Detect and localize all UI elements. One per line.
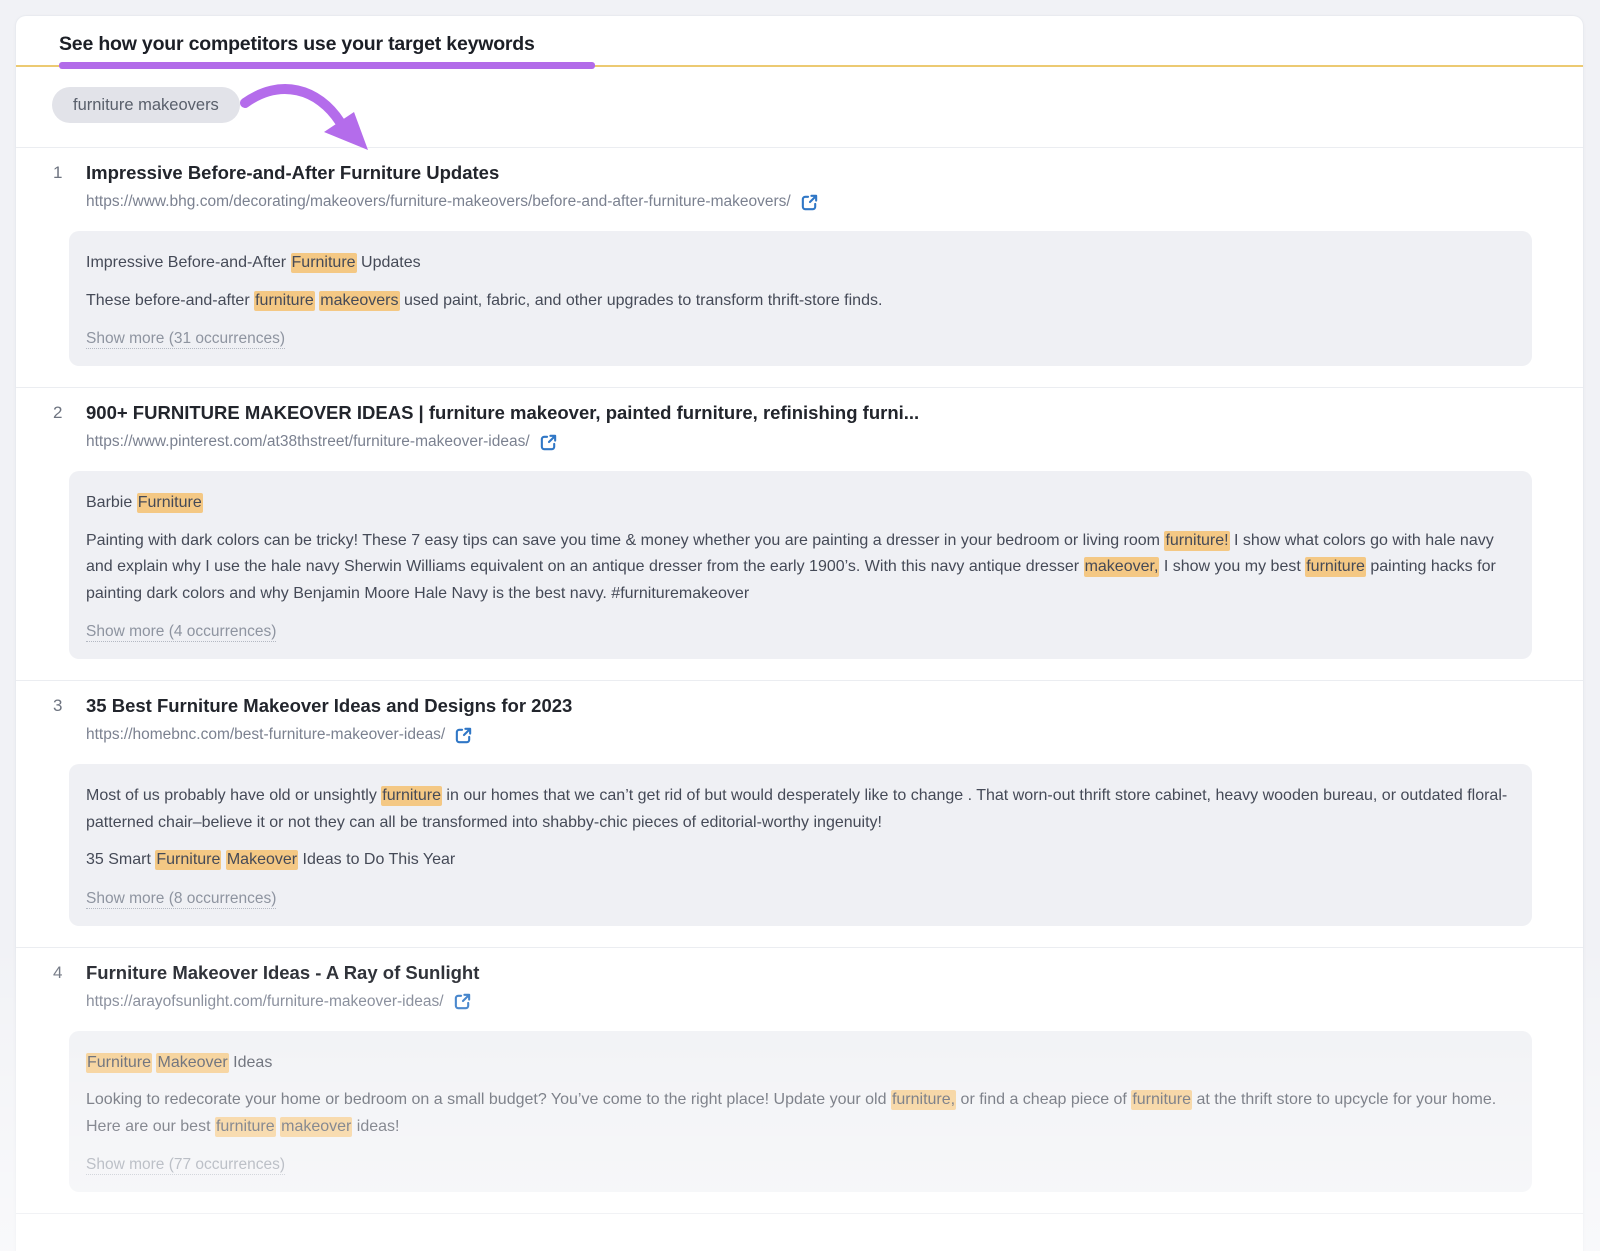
snippet-text: Looking to redecorate your home or bedro… <box>86 1087 1515 1140</box>
result-item: 4 Furniture Makeover Ideas - A Ray of Su… <box>16 947 1583 1214</box>
snippet-text: Barbie Furniture <box>86 490 1515 517</box>
snippet-text: Furniture Makeover Ideas <box>86 1050 1515 1077</box>
snippet-text: These before-and-after furniture makeove… <box>86 288 1515 315</box>
result-item: 3 35 Best Furniture Makeover Ideas and D… <box>16 680 1583 947</box>
keyword-highlight: furniture, <box>891 1090 956 1110</box>
external-link-icon[interactable] <box>454 726 473 745</box>
header-rule <box>16 62 1583 70</box>
result-rank: 3 <box>53 694 73 745</box>
keyword-highlight: Furniture <box>155 850 221 870</box>
result-title: Impressive Before-and-After Furniture Up… <box>86 161 819 185</box>
keyword-highlight: furniture <box>1131 1090 1192 1110</box>
show-more-link[interactable]: Show more (8 occurrences) <box>86 889 276 909</box>
result-url[interactable]: https://www.pinterest.com/at38thstreet/f… <box>86 432 530 452</box>
snippet-text: Most of us probably have old or unsightl… <box>86 783 1515 836</box>
competitors-keywords-card: See how your competitors use your target… <box>16 16 1583 1251</box>
show-more-link[interactable]: Show more (4 occurrences) <box>86 622 276 642</box>
result-url[interactable]: https://homebnc.com/best-furniture-makeo… <box>86 725 445 745</box>
result-item: 2 900+ FURNITURE MAKEOVER IDEAS | furnit… <box>16 387 1583 680</box>
result-title: Furniture Makeover Ideas - A Ray of Sunl… <box>86 961 479 985</box>
external-link-icon[interactable] <box>539 433 558 452</box>
result-title: 35 Best Furniture Makeover Ideas and Des… <box>86 694 572 718</box>
keyword-pill: furniture makeovers <box>52 87 240 123</box>
snippet-text: Impressive Before-and-After Furniture Up… <box>86 250 1515 277</box>
show-more-link[interactable]: Show more (77 occurrences) <box>86 1155 285 1175</box>
keyword-highlight: makeover <box>280 1117 352 1137</box>
keyword-highlight: furniture <box>1305 557 1366 577</box>
keyword-highlight: Makeover <box>226 850 298 870</box>
show-more-link[interactable]: Show more (31 occurrences) <box>86 329 285 349</box>
keyword-row: furniture makeovers <box>16 70 1583 147</box>
keyword-highlight: Furniture <box>86 1053 152 1073</box>
card-bottom-divider <box>16 1213 1583 1214</box>
external-link-icon[interactable] <box>800 193 819 212</box>
result-item: 1 Impressive Before-and-After Furniture … <box>16 147 1583 387</box>
external-link-icon[interactable] <box>453 992 472 1011</box>
snippet-text: Painting with dark colors can be tricky!… <box>86 528 1515 608</box>
keyword-highlight: Furniture <box>137 493 203 513</box>
purple-underline <box>59 62 595 69</box>
keyword-highlight: Furniture <box>291 253 357 273</box>
result-rank: 2 <box>53 401 73 452</box>
card-header: See how your competitors use your target… <box>16 16 1583 56</box>
result-rank: 1 <box>53 161 73 212</box>
result-rank: 4 <box>53 961 73 1012</box>
keyword-highlight: furniture! <box>1164 531 1229 551</box>
keyword-highlight: makeover, <box>1084 557 1160 577</box>
snippet-box: Furniture Makeover Ideas Looking to rede… <box>69 1031 1532 1193</box>
keyword-highlight: furniture <box>254 291 315 311</box>
result-url[interactable]: https://arayofsunlight.com/furniture-mak… <box>86 992 444 1012</box>
page-title: See how your competitors use your target… <box>59 33 1540 56</box>
snippet-box: Most of us probably have old or unsightl… <box>69 764 1532 926</box>
snippet-text: 35 Smart Furniture Makeover Ideas to Do … <box>86 847 1515 874</box>
keyword-highlight: Makeover <box>156 1053 228 1073</box>
keyword-highlight: furniture <box>215 1117 276 1137</box>
result-title: 900+ FURNITURE MAKEOVER IDEAS | furnitur… <box>86 401 919 425</box>
keyword-highlight: makeovers <box>319 291 399 311</box>
snippet-box: Barbie Furniture Painting with dark colo… <box>69 471 1532 659</box>
snippet-box: Impressive Before-and-After Furniture Up… <box>69 231 1532 366</box>
result-url[interactable]: https://www.bhg.com/decorating/makeovers… <box>86 192 791 212</box>
keyword-highlight: furniture <box>381 786 442 806</box>
